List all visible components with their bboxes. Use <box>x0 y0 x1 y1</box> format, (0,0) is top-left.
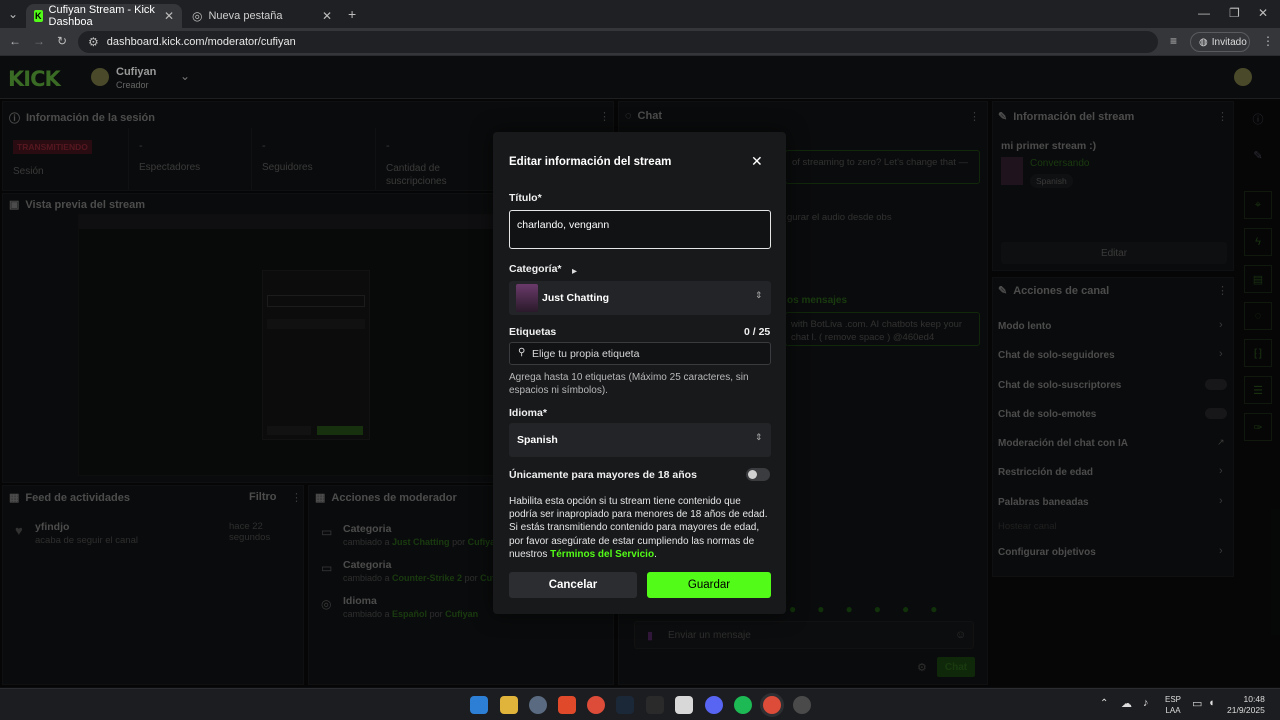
search-icon: ⚲ <box>518 347 526 358</box>
category-label: Categoría* <box>509 263 562 275</box>
incognito-icon: ◍ <box>1199 36 1208 48</box>
avatar[interactable] <box>91 68 109 86</box>
window-close-icon[interactable]: ✕ <box>1258 6 1268 20</box>
chevron-down-icon[interactable]: ⌄ <box>180 69 190 83</box>
taskbar: ⌃ ☁ ♪ ESP LAA ▭ ◖ 10:48 21/9/2025 <box>0 688 1280 720</box>
kick-favicon-icon: K <box>34 10 43 22</box>
language-label: Idioma* <box>509 407 547 419</box>
title-input-value: charlando, vengann <box>517 219 610 231</box>
save-button[interactable]: Guardar <box>647 572 771 598</box>
adult-label: Únicamente para mayores de 18 años <box>509 469 697 481</box>
tab-kick-dashboard[interactable]: K Cufiyan Stream - Kick Dashboa ✕ <box>26 4 182 28</box>
address-bar[interactable]: ⚙ dashboard.kick.com/moderator/cufiyan <box>78 31 1158 53</box>
category-select[interactable]: Just Chatting ⇕ <box>509 281 771 315</box>
select-arrows-icon: ⇕ <box>755 432 763 442</box>
app-header: KICK Cufiyan Creador ⌄ <box>0 57 1280 99</box>
obs-icon[interactable] <box>793 696 811 714</box>
reading-list-icon[interactable]: ≡ <box>1170 34 1177 48</box>
settings-icon[interactable] <box>529 696 547 714</box>
globe-icon: ◎ <box>192 9 203 23</box>
more-menu-icon[interactable]: ⋮ <box>1262 34 1274 48</box>
tray-chevron-icon[interactable]: ⌃ <box>1100 698 1108 709</box>
close-tab-icon[interactable]: ✕ <box>322 9 332 23</box>
user-role: Creador <box>116 80 149 90</box>
tags-label: Etiquetas <box>509 326 557 338</box>
kick-logo[interactable]: KICK <box>8 67 61 91</box>
chrome-active-icon[interactable] <box>763 696 781 714</box>
start-icon[interactable] <box>470 696 488 714</box>
spotify-icon[interactable] <box>734 696 752 714</box>
steam-icon[interactable] <box>616 696 634 714</box>
mouse-cursor-icon: ▸ <box>572 266 578 277</box>
period: . <box>654 548 657 560</box>
tab-label: Cufiyan Stream - Kick Dashboa <box>48 4 155 28</box>
language-indicator[interactable]: ESP LAA <box>1165 694 1181 716</box>
volume-icon[interactable]: ◖ <box>1208 697 1215 709</box>
user-name: Cufiyan <box>116 66 157 78</box>
site-info-icon[interactable]: ⚙ <box>88 35 99 49</box>
cancel-button[interactable]: Cancelar <box>509 572 637 598</box>
forward-icon[interactable]: → <box>33 34 45 48</box>
chrome-icon[interactable] <box>587 696 605 714</box>
just-chatting-thumbnail <box>516 284 538 312</box>
microphone-icon[interactable]: ♪ <box>1143 697 1149 709</box>
user-menu-avatar[interactable] <box>1234 68 1252 86</box>
modal-title: Editar información del stream <box>509 156 672 168</box>
brave-icon[interactable] <box>558 696 576 714</box>
profile-label: Invitado <box>1211 36 1247 48</box>
maximize-icon[interactable]: ❐ <box>1229 6 1240 20</box>
new-tab-icon[interactable]: + <box>348 6 356 22</box>
minimize-icon[interactable]: — <box>1198 6 1210 20</box>
adult-toggle[interactable] <box>746 468 770 481</box>
title-input[interactable]: charlando, vengann <box>509 210 771 249</box>
browser-tab-bar: ⌄ K Cufiyan Stream - Kick Dashboa ✕ ◎ Nu… <box>0 0 1280 28</box>
category-value: Just Chatting <box>542 292 610 304</box>
back-icon[interactable]: ← <box>9 34 21 48</box>
profile-button[interactable]: ◍ Invitado <box>1190 32 1250 52</box>
epic-games-icon[interactable] <box>646 696 664 714</box>
browser-toolbar: ← → ↻ ⚙ dashboard.kick.com/moderator/cuf… <box>0 28 1280 56</box>
language-value: Spanish <box>517 434 558 446</box>
app-icon[interactable] <box>675 696 693 714</box>
select-arrows-icon: ⇕ <box>755 290 763 300</box>
tags-hint: Agrega hasta 10 etiquetas (Máximo 25 car… <box>509 372 749 396</box>
adult-description: Habilita esta opción si tu stream tiene … <box>509 495 771 561</box>
edit-stream-modal: Editar información del stream ✕ Título* … <box>493 132 786 614</box>
clock-time: 10:48 <box>1243 694 1265 704</box>
title-label: Título* <box>509 192 542 204</box>
discord-icon[interactable] <box>705 696 723 714</box>
network-icon[interactable]: ▭ <box>1192 697 1202 710</box>
file-explorer-icon[interactable] <box>500 696 518 714</box>
tags-input[interactable]: ⚲ Elige tu propia etiqueta <box>509 342 771 365</box>
clock[interactable]: 10:48 21/9/2025 <box>1227 694 1265 716</box>
close-icon[interactable]: ✕ <box>751 153 763 170</box>
tags-placeholder: Elige tu propia etiqueta <box>532 348 640 360</box>
close-tab-icon[interactable]: ✕ <box>164 9 174 23</box>
tags-count: 0 / 25 <box>744 326 771 338</box>
clock-date: 21/9/2025 <box>1227 705 1265 715</box>
lang-layout: LAA <box>1165 706 1181 715</box>
onedrive-icon[interactable]: ☁ <box>1121 697 1132 710</box>
terms-of-service-link[interactable]: Términos del Servicio <box>550 549 654 560</box>
tab-new-tab[interactable]: ◎ Nueva pestaña ✕ <box>184 4 340 28</box>
tab-label: Nueva pestaña <box>208 10 283 22</box>
reload-icon[interactable]: ↻ <box>57 34 67 48</box>
language-select[interactable]: Spanish ⇕ <box>509 423 771 457</box>
tab-list-icon[interactable]: ⌄ <box>8 7 18 21</box>
lang-code: ESP <box>1165 695 1182 704</box>
url-text: dashboard.kick.com/moderator/cufiyan <box>106 36 296 48</box>
